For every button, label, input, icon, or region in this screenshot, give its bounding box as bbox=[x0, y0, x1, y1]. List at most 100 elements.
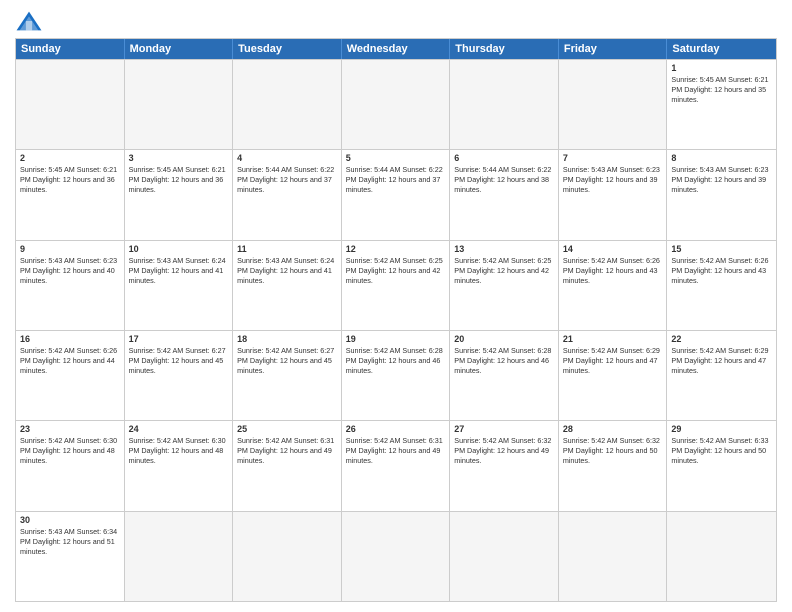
day-number: 16 bbox=[20, 334, 120, 344]
day-number: 17 bbox=[129, 334, 229, 344]
day-number: 19 bbox=[346, 334, 446, 344]
day-number: 11 bbox=[237, 244, 337, 254]
logo bbox=[15, 10, 47, 32]
cell-info: Sunrise: 5:42 AM Sunset: 6:26 PM Dayligh… bbox=[20, 346, 120, 376]
cal-cell: 23 Sunrise: 5:42 AM Sunset: 6:30 PM Dayli… bbox=[16, 421, 125, 510]
cell-info: Sunrise: 5:42 AM Sunset: 6:31 PM Dayligh… bbox=[237, 436, 337, 466]
cal-cell bbox=[667, 512, 776, 601]
cell-info: Sunrise: 5:42 AM Sunset: 6:32 PM Dayligh… bbox=[454, 436, 554, 466]
cell-info: Sunrise: 5:42 AM Sunset: 6:33 PM Dayligh… bbox=[671, 436, 772, 466]
cal-cell: 12Sunrise: 5:42 AM Sunset: 6:25 PM Dayli… bbox=[342, 241, 451, 330]
cal-cell: 15Sunrise: 5:42 AM Sunset: 6:26 PM Dayli… bbox=[667, 241, 776, 330]
header bbox=[15, 10, 777, 32]
cell-info: Sunrise: 5:43 AM Sunset: 6:23 PM Dayligh… bbox=[671, 165, 772, 195]
day-number: 8 bbox=[671, 153, 772, 163]
cal-cell bbox=[450, 512, 559, 601]
logo-icon bbox=[15, 10, 43, 32]
cal-cell bbox=[125, 60, 234, 149]
day-number: 18 bbox=[237, 334, 337, 344]
cal-cell: 19 Sunrise: 5:42 AM Sunset: 6:28 PM Dayli… bbox=[342, 331, 451, 420]
cal-cell bbox=[233, 60, 342, 149]
weekday-tuesday: Tuesday bbox=[233, 39, 342, 59]
cell-info: Sunrise: 5:45 AM Sunset: 6:21 PM Dayligh… bbox=[20, 165, 120, 195]
cal-cell bbox=[450, 60, 559, 149]
cal-cell: 6Sunrise: 5:44 AM Sunset: 6:22 PM Daylig… bbox=[450, 150, 559, 239]
cal-cell: 29 Sunrise: 5:42 AM Sunset: 6:33 PM Dayli… bbox=[667, 421, 776, 510]
day-number: 7 bbox=[563, 153, 663, 163]
day-number: 12 bbox=[346, 244, 446, 254]
cal-cell bbox=[559, 512, 668, 601]
cal-cell: 24Sunrise: 5:42 AM Sunset: 6:30 PM Dayli… bbox=[125, 421, 234, 510]
day-number: 23 bbox=[20, 424, 120, 434]
cal-cell bbox=[342, 512, 451, 601]
day-number: 3 bbox=[129, 153, 229, 163]
cal-cell: 3Sunrise: 5:45 AM Sunset: 6:21 PM Daylig… bbox=[125, 150, 234, 239]
day-number: 1 bbox=[671, 63, 772, 73]
cal-cell: 13 Sunrise: 5:42 AM Sunset: 6:25 PM Dayli… bbox=[450, 241, 559, 330]
cal-cell bbox=[233, 512, 342, 601]
cal-row-3: 16 Sunrise: 5:42 AM Sunset: 6:26 PM Dayli… bbox=[16, 330, 776, 420]
cal-cell: 27 Sunrise: 5:42 AM Sunset: 6:32 PM Dayli… bbox=[450, 421, 559, 510]
day-number: 28 bbox=[563, 424, 663, 434]
cal-cell: 11 Sunrise: 5:43 AM Sunset: 6:24 PM Dayli… bbox=[233, 241, 342, 330]
cell-info: Sunrise: 5:43 AM Sunset: 6:24 PM Dayligh… bbox=[237, 256, 337, 286]
cal-cell bbox=[125, 512, 234, 601]
day-number: 9 bbox=[20, 244, 120, 254]
day-number: 10 bbox=[129, 244, 229, 254]
cal-cell bbox=[559, 60, 668, 149]
cal-cell: 1Sunrise: 5:45 AM Sunset: 6:21 PM Daylig… bbox=[667, 60, 776, 149]
day-number: 2 bbox=[20, 153, 120, 163]
day-number: 27 bbox=[454, 424, 554, 434]
cell-info: Sunrise: 5:42 AM Sunset: 6:31 PM Dayligh… bbox=[346, 436, 446, 466]
weekday-friday: Friday bbox=[559, 39, 668, 59]
cell-info: Sunrise: 5:42 AM Sunset: 6:32 PM Dayligh… bbox=[563, 436, 663, 466]
weekday-saturday: Saturday bbox=[667, 39, 776, 59]
cell-info: Sunrise: 5:42 AM Sunset: 6:26 PM Dayligh… bbox=[563, 256, 663, 286]
cal-cell: 17Sunrise: 5:42 AM Sunset: 6:27 PM Dayli… bbox=[125, 331, 234, 420]
day-number: 4 bbox=[237, 153, 337, 163]
cell-info: Sunrise: 5:44 AM Sunset: 6:22 PM Dayligh… bbox=[454, 165, 554, 195]
cal-cell: 25Sunrise: 5:42 AM Sunset: 6:31 PM Dayli… bbox=[233, 421, 342, 510]
cell-info: Sunrise: 5:42 AM Sunset: 6:28 PM Dayligh… bbox=[346, 346, 446, 376]
cal-row-5: 30 Sunrise: 5:43 AM Sunset: 6:34 PM Dayli… bbox=[16, 511, 776, 601]
cell-info: Sunrise: 5:42 AM Sunset: 6:30 PM Dayligh… bbox=[20, 436, 120, 466]
day-number: 5 bbox=[346, 153, 446, 163]
cell-info: Sunrise: 5:42 AM Sunset: 6:30 PM Dayligh… bbox=[129, 436, 229, 466]
cal-row-0: 1Sunrise: 5:45 AM Sunset: 6:21 PM Daylig… bbox=[16, 59, 776, 149]
cal-cell bbox=[16, 60, 125, 149]
cell-info: Sunrise: 5:43 AM Sunset: 6:23 PM Dayligh… bbox=[20, 256, 120, 286]
weekday-monday: Monday bbox=[125, 39, 234, 59]
cal-cell: 14 Sunrise: 5:42 AM Sunset: 6:26 PM Dayli… bbox=[559, 241, 668, 330]
cell-info: Sunrise: 5:43 AM Sunset: 6:34 PM Dayligh… bbox=[20, 527, 120, 557]
cal-cell: 7 Sunrise: 5:43 AM Sunset: 6:23 PM Daylig… bbox=[559, 150, 668, 239]
cal-cell: 30 Sunrise: 5:43 AM Sunset: 6:34 PM Dayli… bbox=[16, 512, 125, 601]
day-number: 14 bbox=[563, 244, 663, 254]
calendar-header: SundayMondayTuesdayWednesdayThursdayFrid… bbox=[16, 39, 776, 59]
cal-row-1: 2 Sunrise: 5:45 AM Sunset: 6:21 PM Daylig… bbox=[16, 149, 776, 239]
cell-info: Sunrise: 5:44 AM Sunset: 6:22 PM Dayligh… bbox=[346, 165, 446, 195]
cal-cell: 18 Sunrise: 5:42 AM Sunset: 6:27 PM Dayli… bbox=[233, 331, 342, 420]
cell-info: Sunrise: 5:43 AM Sunset: 6:24 PM Dayligh… bbox=[129, 256, 229, 286]
cal-cell bbox=[342, 60, 451, 149]
day-number: 30 bbox=[20, 515, 120, 525]
day-number: 29 bbox=[671, 424, 772, 434]
cal-cell: 21Sunrise: 5:42 AM Sunset: 6:29 PM Dayli… bbox=[559, 331, 668, 420]
cell-info: Sunrise: 5:44 AM Sunset: 6:22 PM Dayligh… bbox=[237, 165, 337, 195]
cal-cell: 28 Sunrise: 5:42 AM Sunset: 6:32 PM Dayli… bbox=[559, 421, 668, 510]
day-number: 13 bbox=[454, 244, 554, 254]
cal-cell: 5 Sunrise: 5:44 AM Sunset: 6:22 PM Daylig… bbox=[342, 150, 451, 239]
cell-info: Sunrise: 5:42 AM Sunset: 6:27 PM Dayligh… bbox=[237, 346, 337, 376]
cal-cell: 22Sunrise: 5:42 AM Sunset: 6:29 PM Dayli… bbox=[667, 331, 776, 420]
cell-info: Sunrise: 5:42 AM Sunset: 6:25 PM Dayligh… bbox=[454, 256, 554, 286]
cal-row-4: 23 Sunrise: 5:42 AM Sunset: 6:30 PM Dayli… bbox=[16, 420, 776, 510]
cal-cell: 10 Sunrise: 5:43 AM Sunset: 6:24 PM Dayli… bbox=[125, 241, 234, 330]
page: SundayMondayTuesdayWednesdayThursdayFrid… bbox=[0, 0, 792, 612]
cal-cell: 8 Sunrise: 5:43 AM Sunset: 6:23 PM Daylig… bbox=[667, 150, 776, 239]
cal-cell: 16 Sunrise: 5:42 AM Sunset: 6:26 PM Dayli… bbox=[16, 331, 125, 420]
weekday-wednesday: Wednesday bbox=[342, 39, 451, 59]
cell-info: Sunrise: 5:42 AM Sunset: 6:29 PM Dayligh… bbox=[563, 346, 663, 376]
cell-info: Sunrise: 5:43 AM Sunset: 6:23 PM Dayligh… bbox=[563, 165, 663, 195]
day-number: 20 bbox=[454, 334, 554, 344]
cal-cell: 20Sunrise: 5:42 AM Sunset: 6:28 PM Dayli… bbox=[450, 331, 559, 420]
cal-cell: 26Sunrise: 5:42 AM Sunset: 6:31 PM Dayli… bbox=[342, 421, 451, 510]
